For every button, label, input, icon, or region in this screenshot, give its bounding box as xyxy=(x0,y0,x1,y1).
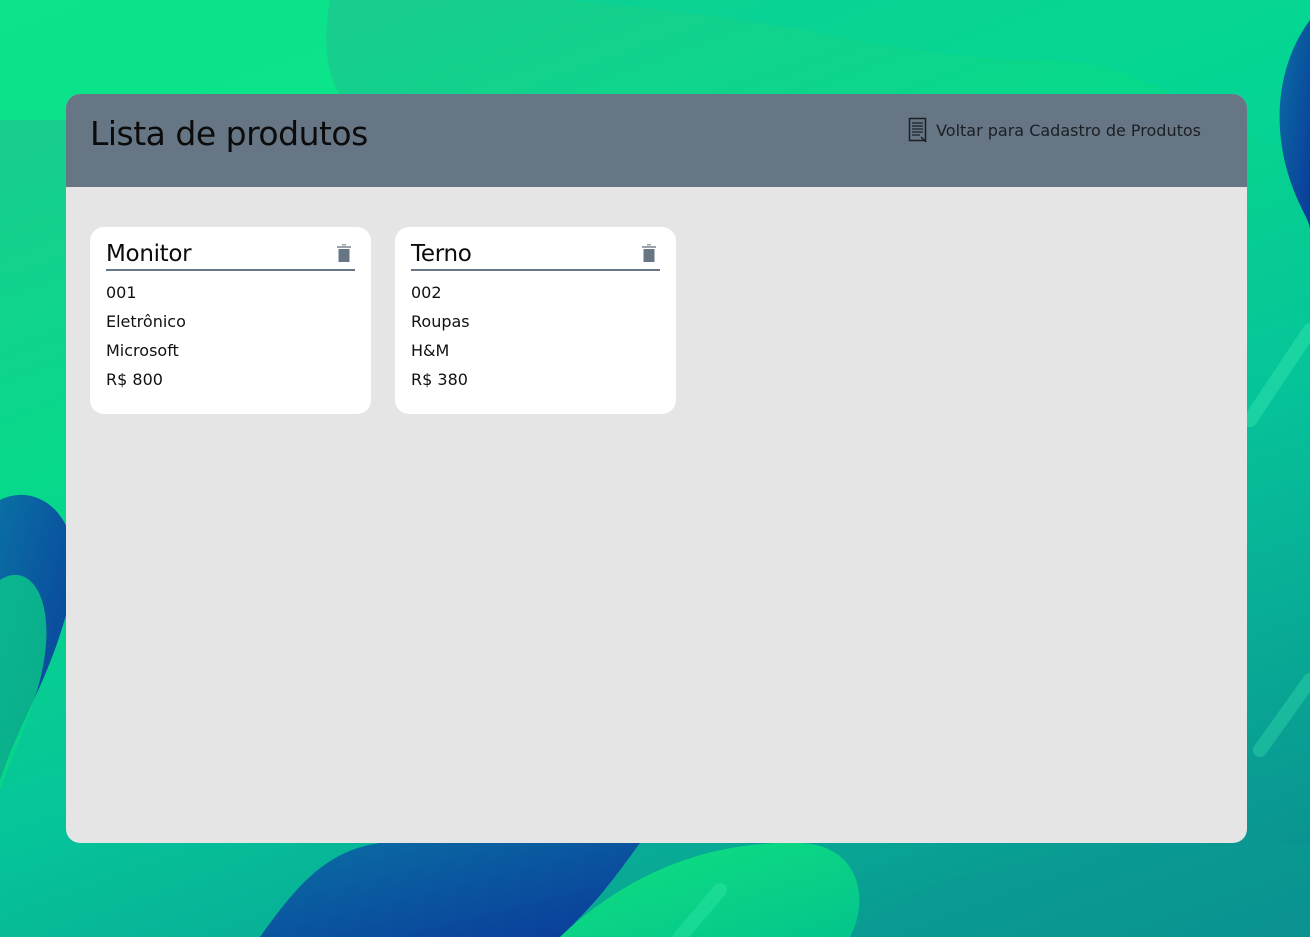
product-code: 002 xyxy=(411,283,442,302)
product-brand: Microsoft xyxy=(106,341,179,360)
product-card-header: Terno xyxy=(411,241,660,271)
trash-icon[interactable] xyxy=(642,244,656,267)
product-card-header: Monitor xyxy=(106,241,355,271)
product-list-panel: Lista de produtos Voltar para Cadastro d… xyxy=(66,94,1247,843)
document-list-icon xyxy=(908,117,928,143)
back-link-label: Voltar para Cadastro de Produtos xyxy=(936,120,1201,140)
product-details: 001 Eletrônico Microsoft R$ 800 xyxy=(106,278,355,394)
product-card: Monitor 001 Eletrônico Microsoft R$ 800 xyxy=(90,227,371,414)
product-details: 002 Roupas H&M R$ 380 xyxy=(411,278,660,394)
page-title: Lista de produtos xyxy=(90,114,368,153)
product-name: Terno xyxy=(411,241,472,267)
product-price: R$ 800 xyxy=(106,370,163,389)
trash-icon[interactable] xyxy=(337,244,351,267)
panel-header: Lista de produtos Voltar para Cadastro d… xyxy=(66,94,1247,187)
product-code: 001 xyxy=(106,283,137,302)
product-brand: H&M xyxy=(411,341,450,360)
product-card: Terno 002 Roupas H&M R$ 380 xyxy=(395,227,676,414)
product-category: Eletrônico xyxy=(106,312,186,331)
back-to-product-registration-link[interactable]: Voltar para Cadastro de Produtos xyxy=(908,117,1201,143)
product-name: Monitor xyxy=(106,241,192,267)
product-cards: Monitor 001 Eletrônico Microsoft R$ 800 … xyxy=(90,227,676,414)
product-category: Roupas xyxy=(411,312,470,331)
product-price: R$ 380 xyxy=(411,370,468,389)
